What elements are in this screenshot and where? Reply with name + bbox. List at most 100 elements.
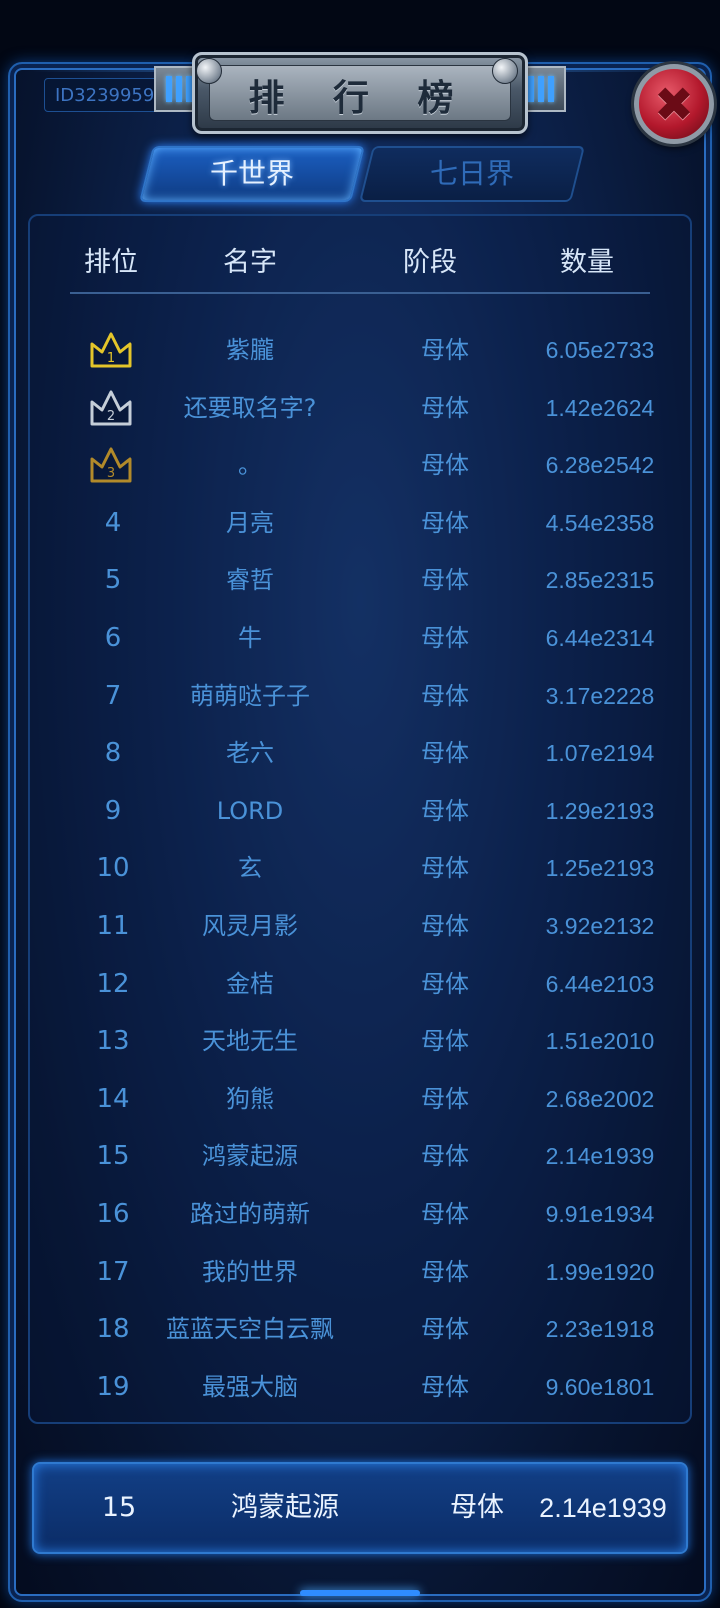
column-header-stage: 阶段	[403, 247, 457, 278]
column-header-quantity: 数量	[560, 247, 614, 278]
name-cell: 玄	[238, 854, 262, 883]
stage-cell: 母体	[421, 1084, 469, 1113]
stage-cell: 母体	[421, 681, 469, 710]
quantity-cell: 6.44e2314	[545, 625, 655, 651]
stage-cell: 母体	[421, 1142, 469, 1171]
name-cell: 风灵月影	[202, 912, 298, 940]
table-row[interactable]: 16 路过的萌新 母体 9.91e1934	[0, 1186, 720, 1243]
column-header-rank: 排位	[84, 247, 138, 278]
quantity-cell: 9.60e1801	[545, 1373, 655, 1400]
quantity-cell: 6.05e2733	[545, 337, 655, 363]
table-row[interactable]: 5 睿哲 母体 2.85e2315	[0, 552, 720, 609]
bolt-icon	[492, 58, 518, 84]
table-row[interactable]: 19 最强大脑 母体 9.60e1801	[0, 1359, 720, 1416]
name-cell: 。	[238, 451, 262, 480]
name-cell: 最强大脑	[202, 1372, 298, 1401]
bottom-glow-decoration	[300, 1590, 420, 1596]
page-title: 排 行 榜	[248, 78, 472, 119]
stage-cell: 母体	[421, 1372, 469, 1401]
stage-cell: 母体	[421, 1027, 469, 1056]
name-cell: 金桔	[226, 969, 274, 998]
my-rank: 15	[101, 1492, 137, 1523]
my-stage: 母体	[450, 1492, 504, 1523]
quantity-cell: 1.42e2624	[545, 394, 655, 421]
quantity-cell: 1.99e1920	[545, 1258, 655, 1285]
table-row[interactable]: 11 风灵月影 母体 3.92e2132	[0, 898, 720, 955]
my-name: 鸿蒙起源	[231, 1492, 339, 1523]
stage-cell: 母体	[421, 1257, 469, 1286]
table-row[interactable]: 12 金桔 母体 6.44e2103	[0, 956, 720, 1013]
quantity-cell: 2.85e2315	[545, 567, 655, 594]
table-row[interactable]: 4 月亮 母体 4.54e2358	[0, 495, 720, 552]
tab-qi-ri-jie-label: 七日界	[429, 157, 514, 190]
crown-rank-2-icon: 2	[90, 390, 132, 426]
bolt-icon	[196, 58, 222, 84]
quantity-cell: 2.23e1918	[545, 1316, 655, 1343]
stage-cell: 母体	[421, 1315, 469, 1344]
stage-cell: 母体	[421, 624, 469, 652]
crown-rank-number: 1	[107, 351, 115, 366]
quantity-cell: 1.07e2194	[545, 740, 655, 767]
crown-rank-1-icon: 1	[90, 332, 132, 368]
table-row[interactable]: 2 还要取名字? 母体 1.42e2624	[0, 380, 720, 437]
crown-rank-number: 3	[107, 466, 115, 481]
name-cell: 还要取名字?	[183, 393, 317, 422]
crown-rank-number: 2	[107, 409, 115, 424]
quantity-cell: 3.92e2132	[545, 913, 655, 939]
close-button[interactable]: ✖	[634, 64, 714, 144]
quantity-cell: 6.44e2103	[545, 970, 655, 997]
name-cell: 狗熊	[226, 1084, 274, 1113]
table-row[interactable]: 17 我的世界 母体 1.99e1920	[0, 1244, 720, 1301]
table-row[interactable]: 14 狗熊 母体 2.68e2002	[0, 1071, 720, 1128]
name-cell: 我的世界	[202, 1257, 298, 1286]
stage-cell: 母体	[421, 1200, 469, 1228]
table-row[interactable]: 9 LORD 母体 1.29e2193	[0, 783, 720, 840]
table-row[interactable]: 10 玄母体 1.25e2193	[0, 840, 720, 897]
stage-cell: 母体	[421, 739, 469, 768]
my-quantity: 2.14e1939	[539, 1493, 667, 1523]
stage-cell: 母体	[421, 566, 469, 595]
name-cell: 路过的萌新	[190, 1200, 310, 1228]
stage-cell: 母体	[421, 796, 469, 825]
stage-cell: 母体	[421, 336, 469, 364]
table-row[interactable]: 15 鸿蒙起源 母体 2.14e1939	[0, 1128, 720, 1185]
stage-cell: 母体	[421, 451, 469, 480]
quantity-cell: 2.14e1939	[545, 1143, 655, 1170]
quantity-cell: 1.29e2193	[545, 797, 655, 824]
table-row[interactable]: 1 紫朧 母体 6.05e2733	[0, 322, 720, 379]
stage-cell: 母体	[421, 854, 469, 883]
stage-cell: 母体	[421, 508, 469, 537]
table-row[interactable]: 18 蓝蓝天空白云飘 母体 2.23e1918	[0, 1301, 720, 1358]
crown-rank-3-icon: 3	[90, 447, 132, 483]
quantity-cell: 9.91e1934	[545, 1201, 655, 1227]
stage-cell: 母体	[421, 969, 469, 998]
name-cell: 睿哲	[226, 566, 274, 595]
table-row[interactable]: 6 牛母体 6.44e2314	[0, 610, 720, 667]
name-cell: 天地无生	[202, 1027, 298, 1056]
name-cell: 紫朧	[226, 336, 274, 364]
quantity-cell: 4.54e2358	[545, 509, 655, 536]
name-cell: 月亮	[226, 508, 274, 537]
quantity-cell: 1.51e2010	[545, 1028, 655, 1055]
column-header-name: 名字	[223, 247, 277, 278]
name-cell: LORD	[216, 796, 284, 825]
name-cell: 蓝蓝天空白云飘	[166, 1315, 334, 1344]
table-row[interactable]: 8 老六 母体 1.07e2194	[0, 725, 720, 782]
name-cell: 鸿蒙起源	[202, 1142, 298, 1171]
name-cell: 牛	[238, 624, 262, 652]
tab-qian-shijie-label: 千世界	[209, 157, 294, 190]
stage-cell: 母体	[421, 393, 469, 422]
table-row[interactable]: 13 天地无生 母体 1.51e2010	[0, 1013, 720, 1070]
name-cell: 萌萌哒子子	[190, 681, 310, 710]
table-header: 排位 名字 阶段 数量	[70, 240, 650, 294]
title-plate: 排 行 榜	[192, 52, 528, 134]
quantity-cell: 6.28e2542	[545, 452, 655, 479]
name-cell: 老六	[226, 739, 274, 768]
stage-cell: 母体	[421, 912, 469, 940]
quantity-cell: 1.25e2193	[545, 855, 655, 882]
close-icon: ✖	[653, 77, 695, 133]
table-row[interactable]: 7 萌萌哒子子 母体 3.17e2228	[0, 668, 720, 725]
table-row[interactable]: 3 。 母体 6.28e2542	[0, 437, 720, 494]
quantity-cell: 2.68e2002	[545, 1085, 655, 1112]
quantity-cell: 3.17e2228	[545, 682, 655, 709]
